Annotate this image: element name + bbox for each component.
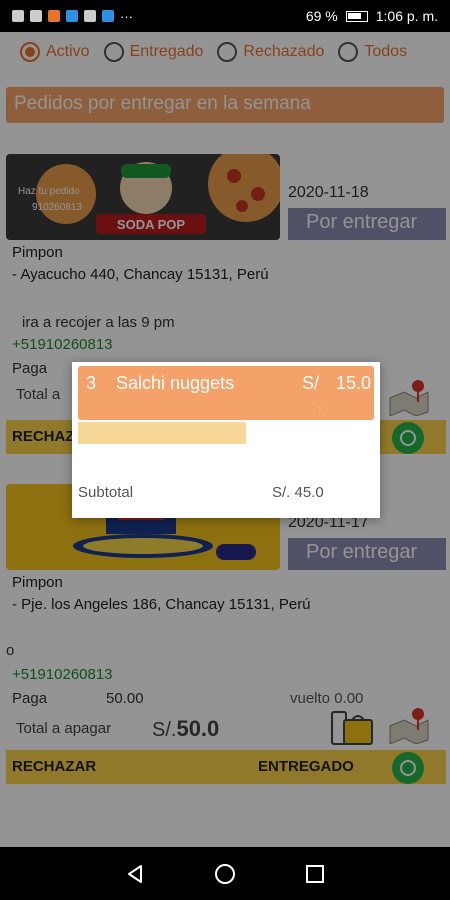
notification-icons: ··· [12, 9, 133, 24]
item-currency: S/ [302, 373, 320, 393]
item-extra: . [318, 396, 322, 412]
wifi-icon [30, 10, 42, 22]
item-price: 15.0 [336, 373, 372, 393]
item-note-bar [78, 422, 246, 444]
app-content: Activo Entregado Rechazado Todos Pedidos… [0, 32, 450, 847]
item-quantity: 3 [86, 373, 97, 393]
battery-percent: 69 % [305, 8, 338, 24]
recent-apps-icon[interactable] [304, 863, 326, 885]
android-nav-bar [0, 847, 450, 900]
shield-icon [102, 10, 114, 22]
clock: 1:06 p. m. [375, 8, 438, 24]
signal-icon [12, 10, 24, 22]
app-notification-icon [48, 10, 60, 22]
subtotal-label: Subtotal [78, 484, 134, 501]
order-detail-dialog: 3 Salchi nuggets S/ 15.0 . Subtotal S/. … [72, 362, 380, 518]
order-item-row: 3 Salchi nuggets S/ 15.0 . [78, 366, 374, 420]
status-bar: ··· 69 % 1:06 p. m. [0, 0, 450, 32]
item-name: Salchi nuggets [116, 373, 235, 393]
battery-icon [345, 10, 368, 22]
home-icon[interactable] [214, 863, 236, 885]
twitter-icon [66, 10, 78, 22]
instagram-icon [84, 10, 96, 22]
subtotal-value: S/. 45.0 [272, 484, 324, 501]
back-icon[interactable] [124, 863, 146, 885]
more-notifications-icon: ··· [120, 8, 133, 24]
